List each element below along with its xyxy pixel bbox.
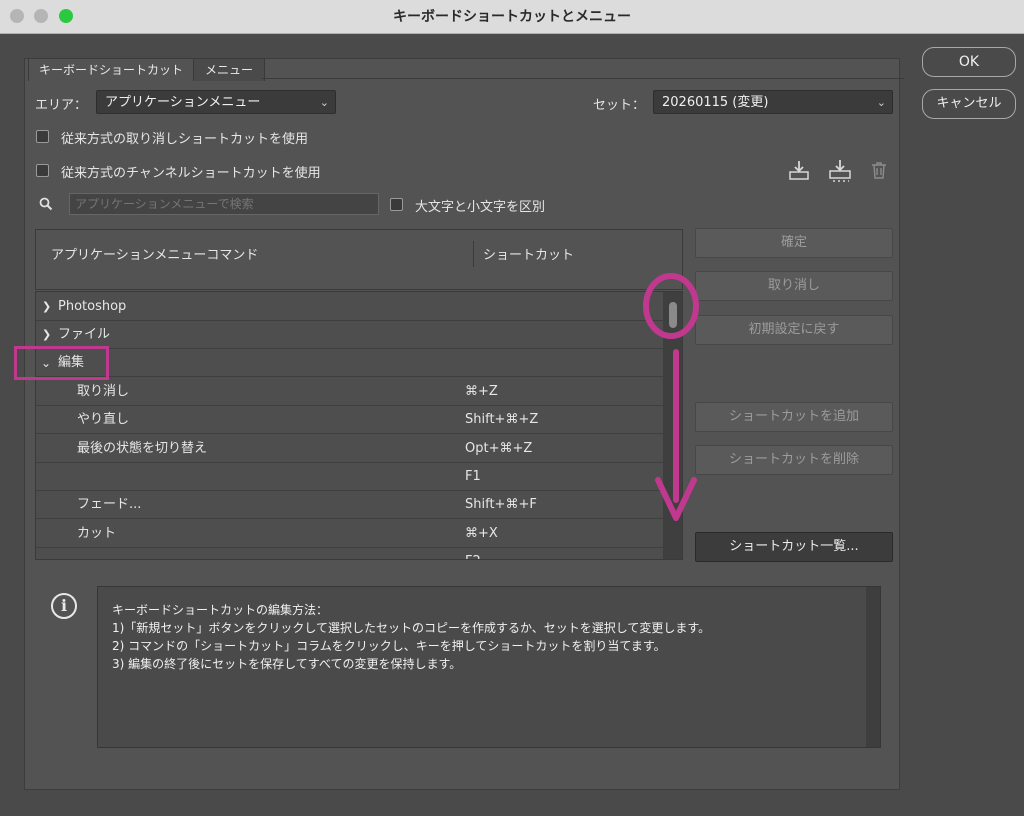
command-label: 取り消し xyxy=(77,384,130,399)
legacy-channel-checkbox[interactable] xyxy=(36,164,49,177)
info-line: 1)「新規セット」ボタンをクリックして選択したセットのコピーを作成するか、セット… xyxy=(112,621,711,635)
table-header: アプリケーションメニューコマンド ショートカット xyxy=(35,229,683,290)
shortcut-value[interactable]: Shift+⌘+Z xyxy=(465,406,538,434)
summarize-button[interactable]: ショートカット一覧... xyxy=(695,532,893,562)
table-row[interactable]: F1 xyxy=(36,463,664,491)
chevron-right-icon[interactable]: ❯ xyxy=(42,293,51,321)
table-scrollbar[interactable] xyxy=(663,292,682,559)
table-row[interactable]: 取り消し ⌘+Z xyxy=(36,378,664,406)
command-label: 最後の状態を切り替え xyxy=(77,441,208,456)
legacy-undo-checkbox[interactable] xyxy=(36,130,49,143)
info-line: 2) コマンドの「ショートカット」コラムをクリックし、キーを押してショートカット… xyxy=(112,639,666,653)
shortcut-value[interactable]: F1 xyxy=(465,463,481,491)
area-select[interactable]: アプリケーションメニュー ⌄ xyxy=(96,90,336,114)
undo-button[interactable]: 取り消し xyxy=(695,271,893,301)
column-header-command[interactable]: アプリケーションメニューコマンド xyxy=(51,244,258,263)
scrollbar-thumb[interactable] xyxy=(669,302,677,328)
chevron-right-icon[interactable]: ❯ xyxy=(42,321,51,349)
cancel-button[interactable]: キャンセル xyxy=(922,89,1016,119)
table-row[interactable]: カット ⌘+X xyxy=(36,520,664,548)
set-select-value: 20260115 (変更) xyxy=(662,95,769,110)
table-row[interactable]: 最後の状態を切り替え Opt+⌘+Z xyxy=(36,435,664,463)
search-input[interactable] xyxy=(69,193,379,215)
title-bar: キーボードショートカットとメニュー xyxy=(0,0,1024,34)
area-select-value: アプリケーションメニュー xyxy=(105,95,261,110)
table-row[interactable]: ⌄ 編集 xyxy=(36,349,664,377)
reset-defaults-button[interactable]: 初期設定に戻す xyxy=(695,315,893,345)
table-row[interactable]: フェード... Shift+⌘+F xyxy=(36,491,664,519)
shortcut-value[interactable]: ⌘+Z xyxy=(465,378,498,406)
info-line: キーボードショートカットの編集方法： xyxy=(112,603,329,617)
info-text: キーボードショートカットの編集方法： 1)「新規セット」ボタンをクリックして選択… xyxy=(112,601,710,673)
add-shortcut-button[interactable]: ショートカットを追加 xyxy=(695,402,893,432)
shortcut-value[interactable]: Opt+⌘+Z xyxy=(465,435,532,463)
legacy-undo-label: 従来方式の取り消しショートカットを使用 xyxy=(61,132,309,147)
case-sensitive-checkbox[interactable] xyxy=(390,198,403,211)
info-line: 3) 編集の終了後にセットを保存してすべての変更を保持します。 xyxy=(112,657,462,671)
info-scrollbar[interactable] xyxy=(866,587,880,747)
chevron-down-icon: ⌄ xyxy=(876,96,886,109)
chevron-down-icon[interactable]: ⌄ xyxy=(41,349,51,377)
table-row[interactable]: ❯ ファイル xyxy=(36,321,664,349)
table-row[interactable]: やり直し Shift+⌘+Z xyxy=(36,406,664,434)
window-title: キーボードショートカットとメニュー xyxy=(393,9,631,25)
shortcut-value[interactable]: Shift+⌘+F xyxy=(465,491,537,519)
tab-divider xyxy=(262,78,904,79)
group-label: Photoshop xyxy=(58,299,127,314)
command-label: やり直し xyxy=(77,412,130,427)
shortcut-value[interactable]: ⌘+X xyxy=(465,520,498,548)
info-box: キーボードショートカットの編集方法： 1)「新規セット」ボタンをクリックして選択… xyxy=(97,586,881,748)
set-select[interactable]: 20260115 (変更) ⌄ xyxy=(653,90,893,114)
new-set-icon[interactable] xyxy=(827,158,853,184)
info-icon: i xyxy=(51,593,77,619)
tab-keyboard-shortcuts[interactable]: キーボードショートカット xyxy=(28,58,194,81)
ok-button[interactable]: OK xyxy=(922,47,1016,77)
legacy-channel-label: 従来方式のチャンネルショートカットを使用 xyxy=(61,166,321,181)
shortcut-value[interactable]: F2 xyxy=(465,548,481,559)
delete-shortcut-button[interactable]: ショートカットを削除 xyxy=(695,445,893,475)
tab-menus[interactable]: メニュー xyxy=(193,58,265,81)
search-icon xyxy=(39,197,53,211)
table-row[interactable]: ❯ Photoshop xyxy=(36,293,664,321)
delete-set-icon[interactable] xyxy=(869,160,889,180)
column-divider xyxy=(473,241,474,267)
table-row[interactable]: F2 xyxy=(36,548,664,559)
shortcut-table: ❯ Photoshop ❯ ファイル ⌄ 編集 取り消し ⌘+Z やり直し Sh… xyxy=(35,291,683,560)
accept-button[interactable]: 確定 xyxy=(695,228,893,258)
case-sensitive-label: 大文字と小文字を区別 xyxy=(415,200,546,215)
save-set-icon[interactable] xyxy=(787,158,811,182)
group-label: 編集 xyxy=(58,355,85,370)
column-header-shortcut[interactable]: ショートカット xyxy=(483,244,574,263)
group-label: ファイル xyxy=(58,327,111,342)
area-label: エリア： xyxy=(35,98,88,113)
chevron-down-icon: ⌄ xyxy=(319,96,329,109)
set-label: セット： xyxy=(593,98,646,113)
command-label: カット xyxy=(77,526,117,541)
command-label: フェード... xyxy=(77,497,142,512)
